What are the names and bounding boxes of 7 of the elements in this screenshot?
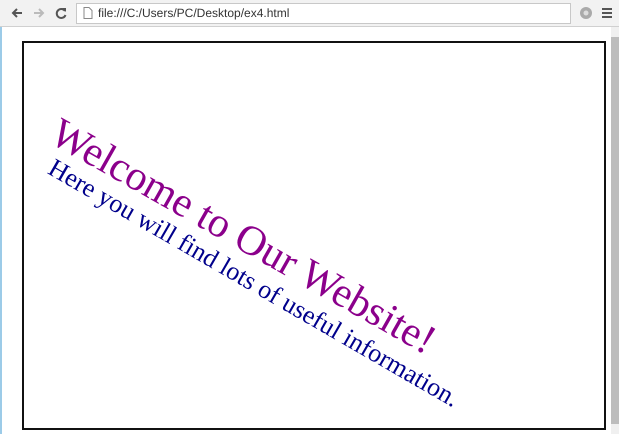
- url-text: file:///C:/Users/PC/Desktop/ex4.html: [98, 6, 290, 20]
- scrollbar[interactable]: [611, 27, 619, 434]
- menu-icon[interactable]: [601, 7, 613, 19]
- reload-icon[interactable]: [54, 6, 68, 20]
- page-icon: [83, 7, 93, 19]
- address-bar[interactable]: file:///C:/Users/PC/Desktop/ex4.html: [76, 2, 571, 24]
- back-icon[interactable]: [10, 6, 24, 20]
